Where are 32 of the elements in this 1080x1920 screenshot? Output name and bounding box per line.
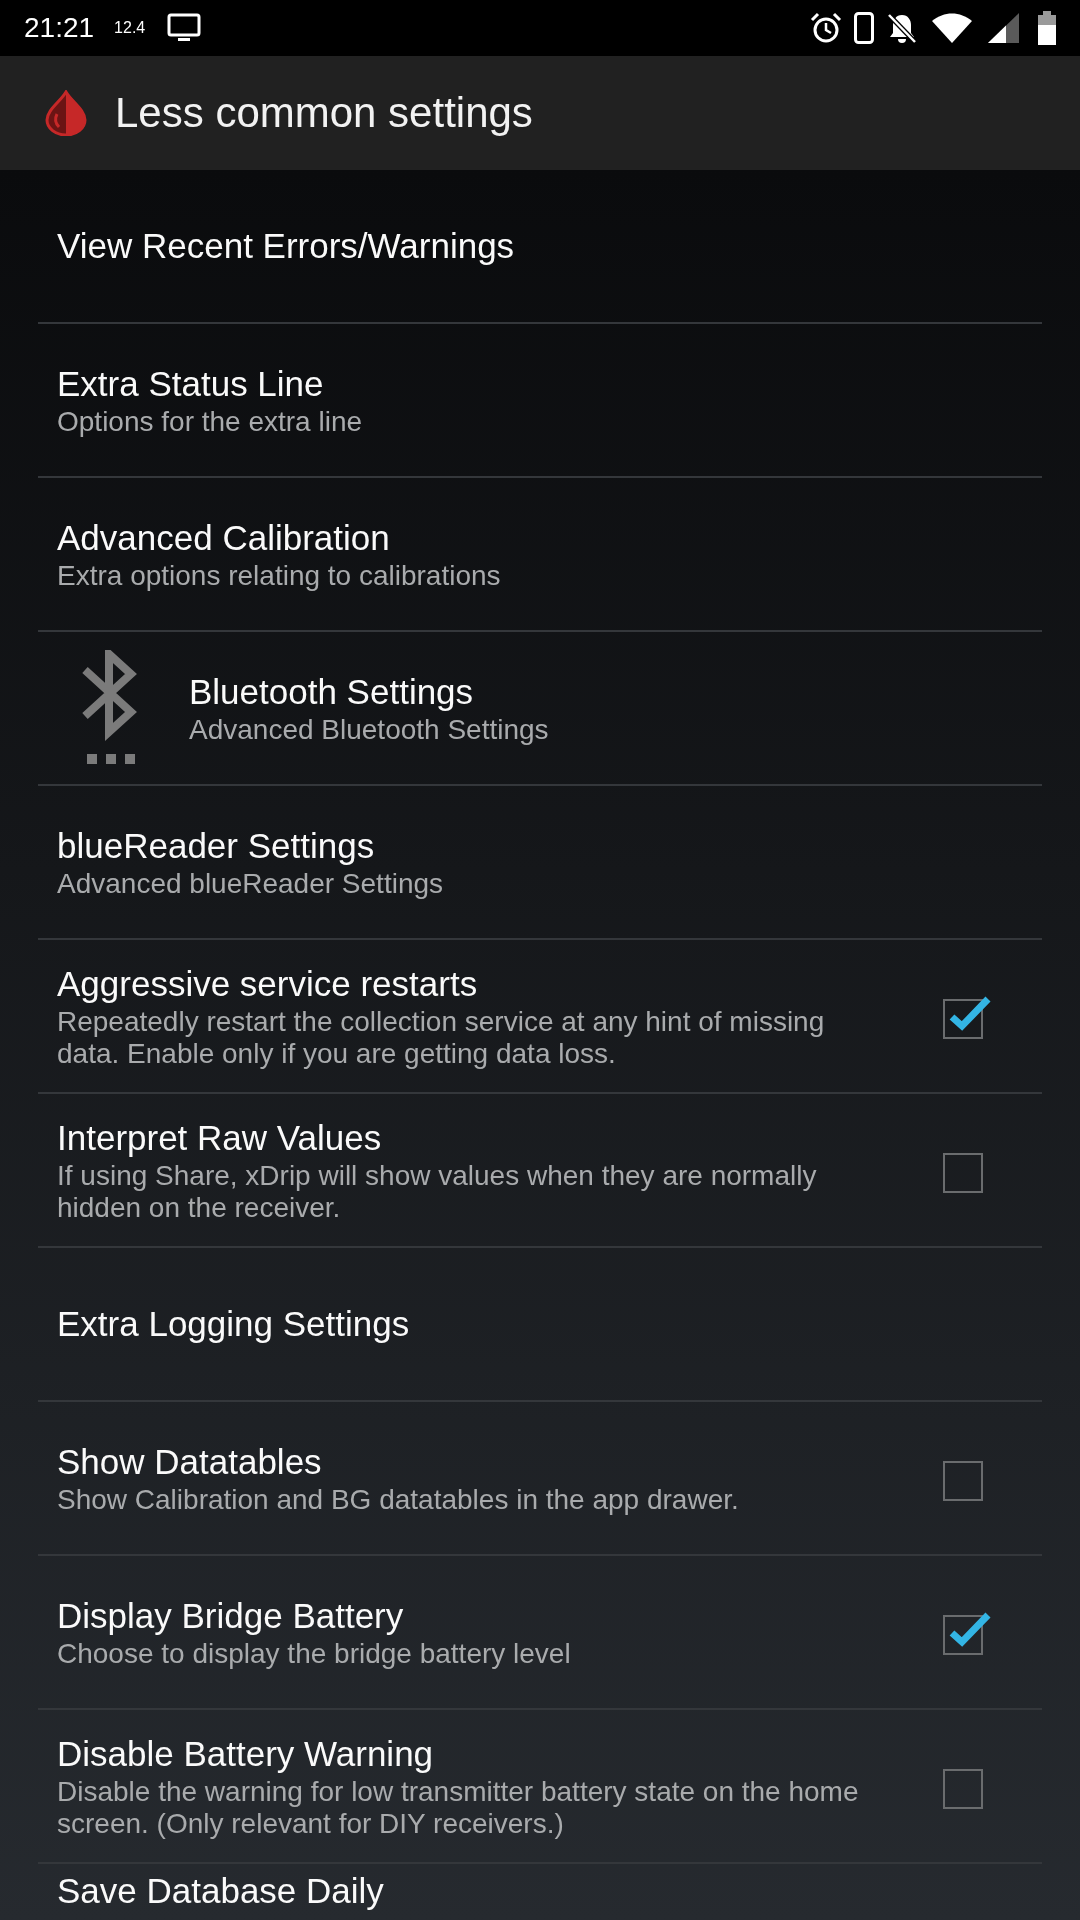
network-speed: 12.4 xyxy=(114,19,146,37)
setting-title[interactable]: Save Database Daily xyxy=(57,1869,384,1913)
setting-summary: Advanced Bluetooth Settings xyxy=(189,714,549,746)
setting-title[interactable]: Advanced Calibration xyxy=(57,516,390,560)
setting-title[interactable]: Bluetooth Settings xyxy=(189,670,474,714)
signal-icon xyxy=(986,12,1020,44)
status-time: 21:21 xyxy=(24,12,95,44)
setting-summary: If using Share, xDrip will show values when they are normally hidden on the receiver. xyxy=(57,1160,818,1224)
setting-title[interactable]: Show Datatables xyxy=(57,1440,322,1484)
bell-off-icon xyxy=(886,12,918,44)
setting-summary: Choose to display the bridge battery level xyxy=(57,1638,571,1670)
setting-title[interactable]: Disable Battery Warning xyxy=(57,1732,434,1776)
alarm-clock-icon xyxy=(810,12,842,44)
setting-summary: Show Calibration and BG datatables in the app drawer. xyxy=(57,1484,739,1516)
setting-title[interactable]: Display Bridge Battery xyxy=(57,1594,404,1638)
setting-title[interactable]: Extra Status Line xyxy=(57,362,324,406)
battery-icon xyxy=(1038,11,1056,45)
setting-summary: Options for the extra line xyxy=(57,406,363,438)
phone-icon xyxy=(854,12,874,44)
screen-title: Less common settings xyxy=(115,89,533,137)
setting-summary: Repeatedly restart the collection service at any hint of missing data. Enable only if you are getting data loss. xyxy=(57,1006,826,1070)
setting-summary: Extra options relating to calibrations xyxy=(57,560,501,592)
wifi-icon xyxy=(930,12,974,44)
setting-title[interactable]: Interpret Raw Values xyxy=(57,1116,382,1160)
setting-summary: Advanced blueReader Settings xyxy=(57,868,444,900)
setting-title[interactable]: Extra Logging Settings xyxy=(57,1302,410,1346)
setting-title[interactable]: View Recent Errors/Warnings xyxy=(57,224,515,268)
monitor-icon xyxy=(167,13,202,43)
setting-summary: Disable the warning for low transmitter battery state on the home screen. (Only relevant for DIY receivers.) xyxy=(57,1776,860,1840)
blood-drop-icon xyxy=(43,90,89,136)
setting-title[interactable]: Aggressive service restarts xyxy=(57,962,478,1006)
setting-title[interactable]: blueReader Settings xyxy=(57,824,375,868)
